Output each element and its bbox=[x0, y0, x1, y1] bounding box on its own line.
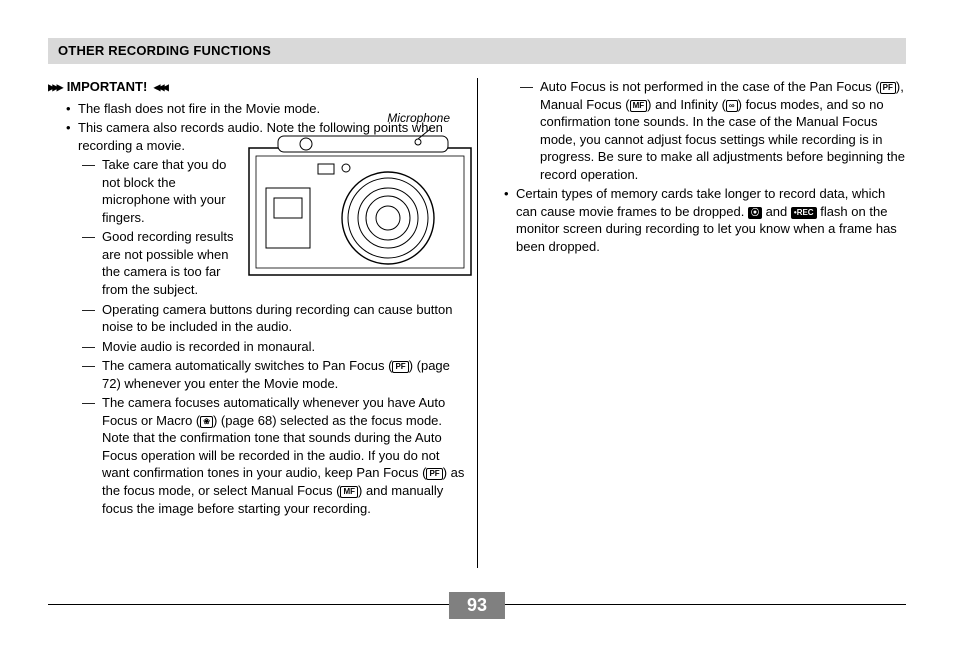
right-column: Auto Focus is not performed in the case … bbox=[486, 78, 906, 257]
arrows-right-icon: ▶▶▶ bbox=[48, 79, 61, 95]
left-column: ▶▶▶ IMPORTANT! ◀◀◀ The flash does not fi… bbox=[48, 78, 468, 519]
infinity-icon: ∞ bbox=[726, 100, 738, 112]
microphone-label: Microphone bbox=[248, 110, 472, 126]
camera-illustration bbox=[248, 128, 472, 276]
pf-icon: PF bbox=[880, 82, 896, 94]
text: and bbox=[762, 204, 791, 219]
text: ) and Infinity ( bbox=[647, 97, 726, 112]
text: The camera automatically switches to Pan… bbox=[102, 358, 392, 373]
page-footer: 93 bbox=[48, 588, 906, 622]
document-page: OTHER RECORDING FUNCTIONS ▶▶▶ IMPORTANT!… bbox=[0, 0, 954, 646]
bullet-memory-card: Certain types of memory cards take longe… bbox=[486, 185, 906, 255]
camera-figure: Microphone bbox=[248, 110, 472, 281]
text: Auto Focus is not performed in the case … bbox=[540, 79, 880, 94]
dash-autofocus-note: The camera focuses automatically wheneve… bbox=[48, 394, 468, 517]
column-divider bbox=[477, 78, 478, 568]
mf-icon: MF bbox=[630, 100, 648, 112]
dash-distance: Good recording results are not possible … bbox=[48, 228, 238, 298]
page-number: 93 bbox=[449, 592, 505, 619]
dash-button-noise: Operating camera buttons during recordin… bbox=[48, 301, 468, 336]
pf-icon: PF bbox=[392, 361, 408, 373]
dash-mic-block: Take care that you do not block the micr… bbox=[48, 156, 238, 226]
dash-panfocus: The camera automatically switches to Pan… bbox=[48, 357, 468, 392]
movie-icon: ⦿ bbox=[748, 207, 762, 219]
section-header: OTHER RECORDING FUNCTIONS bbox=[48, 38, 906, 64]
dash-af-not-performed: Auto Focus is not performed in the case … bbox=[486, 78, 906, 183]
pf-icon: PF bbox=[426, 468, 442, 480]
arrows-left-icon: ◀◀◀ bbox=[153, 79, 166, 95]
important-heading: ▶▶▶ IMPORTANT! ◀◀◀ bbox=[48, 78, 468, 96]
section-title: OTHER RECORDING FUNCTIONS bbox=[58, 43, 271, 58]
mf-icon: MF bbox=[340, 486, 358, 498]
macro-icon: ❀ bbox=[200, 416, 213, 428]
dash-monaural: Movie audio is recorded in monaural. bbox=[48, 338, 468, 356]
rec-icon: •REC bbox=[791, 207, 817, 219]
important-label: IMPORTANT! bbox=[67, 78, 148, 96]
content-columns: ▶▶▶ IMPORTANT! ◀◀◀ The flash does not fi… bbox=[48, 78, 906, 578]
